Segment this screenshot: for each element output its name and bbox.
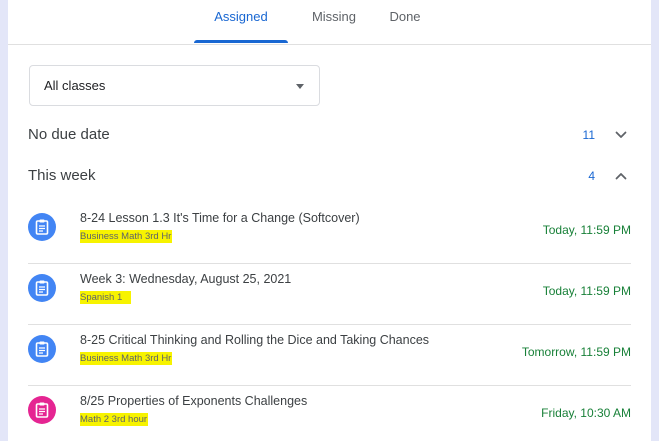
tab-assigned[interactable]: Assigned (194, 0, 288, 43)
assignment-class: Spanish 1 (80, 291, 132, 304)
assignment-icon (28, 274, 56, 302)
assignment-icon (28, 396, 56, 424)
active-tab-indicator (194, 40, 288, 43)
assignment-class: Business Math 3rd Hr (80, 230, 173, 243)
assignment-title: 8/25 Properties of Exponents Challenges (80, 394, 308, 408)
tab-done[interactable]: Done (380, 0, 430, 43)
assignment-title: Week 3: Wednesday, August 25, 2021 (80, 272, 292, 286)
assignment-due: Tomorrow, 11:59 PM (521, 345, 631, 359)
tab-bar: Assigned Missing Done (8, 0, 651, 45)
assignment-item[interactable]: Week 3: Wednesday, August 25, 2021 Spani… (28, 264, 631, 325)
dropdown-arrow-icon (296, 84, 304, 89)
assignment-due: Friday, 10:30 AM (541, 406, 631, 420)
assignment-item[interactable]: 8/25 Properties of Exponents Challenges … (28, 386, 631, 441)
assignment-title: 8-25 Critical Thinking and Rolling the D… (80, 333, 430, 347)
classwork-panel: Assigned Missing Done All classes No due… (8, 0, 651, 441)
section-title: This week (28, 167, 96, 184)
section-title: No due date (28, 126, 110, 143)
assignment-class: Math 2 3rd hour (80, 413, 149, 426)
section-this-week[interactable]: This week 4 (8, 159, 651, 195)
tab-missing-label: Missing (311, 9, 357, 24)
assignment-due: Today, 11:59 PM (542, 284, 631, 298)
tab-done-label: Done (389, 9, 421, 24)
section-count: 4 (588, 169, 595, 183)
chevron-up-icon[interactable] (613, 168, 629, 184)
chevron-down-icon[interactable] (613, 127, 629, 143)
assignment-due: Today, 11:59 PM (542, 223, 631, 237)
assignment-title: 8-24 Lesson 1.3 It's Time for a Change (… (80, 211, 360, 225)
section-count: 11 (582, 128, 595, 142)
section-no-due-date[interactable]: No due date 11 (8, 118, 651, 154)
tab-missing[interactable]: Missing (304, 0, 364, 43)
assignment-icon (28, 335, 56, 363)
tab-assigned-label: Assigned (214, 9, 268, 24)
assignment-item[interactable]: 8-25 Critical Thinking and Rolling the D… (28, 325, 631, 386)
class-filter-select[interactable]: All classes (29, 65, 320, 106)
assignment-class: Business Math 3rd Hr (80, 352, 173, 365)
assignment-item[interactable]: 8-24 Lesson 1.3 It's Time for a Change (… (28, 203, 631, 264)
class-filter-value: All classes (44, 78, 106, 93)
assignment-icon (28, 213, 56, 241)
